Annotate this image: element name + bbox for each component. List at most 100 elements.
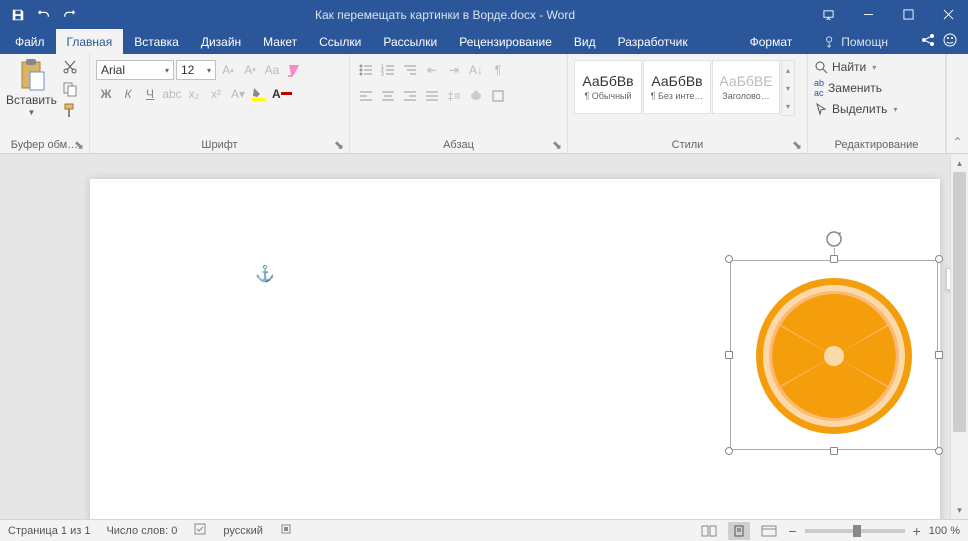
replace-icon: abac (814, 78, 824, 98)
copy-button[interactable] (61, 80, 79, 98)
sort-button[interactable]: A↓ (466, 60, 486, 80)
resize-handle-w[interactable] (725, 351, 733, 359)
resize-handle-se[interactable] (935, 447, 943, 455)
resize-handle-n[interactable] (830, 255, 838, 263)
zoom-out-button[interactable]: − (788, 523, 796, 539)
redo-button[interactable] (58, 4, 82, 26)
borders-button[interactable] (488, 86, 508, 106)
paragraph-dialog-launcher[interactable]: ⬊ (552, 138, 564, 150)
ribbon-tabs: Файл Главная Вставка Дизайн Макет Ссылки… (0, 29, 968, 54)
bullets-button[interactable] (356, 60, 376, 80)
multilevel-list-button[interactable] (400, 60, 420, 80)
strikethrough-button[interactable]: abc (162, 84, 182, 104)
font-dialog-launcher[interactable]: ⬊ (334, 138, 346, 150)
scroll-down-button[interactable]: ▾ (951, 501, 968, 519)
subscript-button[interactable]: x₂ (184, 84, 204, 104)
tab-mailings[interactable]: Рассылки (372, 29, 448, 54)
tab-view[interactable]: Вид (563, 29, 607, 54)
page[interactable]: ⚓ (90, 179, 940, 519)
macro-indicator[interactable] (279, 522, 293, 539)
underline-button[interactable]: Ч (140, 84, 160, 104)
editing-group-label: Редактирование (808, 139, 945, 151)
align-right-button[interactable] (400, 86, 420, 106)
replace-button[interactable]: abac Заменить (814, 78, 939, 98)
ribbon-options-button[interactable] (808, 0, 848, 29)
styles-gallery-nav[interactable]: ▴▾▾ (781, 60, 795, 116)
language-indicator[interactable]: русский (223, 525, 262, 537)
font-group-label: Шрифт (90, 139, 349, 151)
tab-review[interactable]: Рецензирование (448, 29, 563, 54)
style-normal[interactable]: АаБбВв ¶ Обычный (574, 60, 642, 114)
change-case-button[interactable]: Aa (262, 60, 282, 80)
resize-handle-e[interactable] (935, 351, 943, 359)
tab-insert[interactable]: Вставка (123, 29, 190, 54)
justify-button[interactable] (422, 86, 442, 106)
clear-formatting-button[interactable] (284, 60, 304, 80)
close-button[interactable] (928, 0, 968, 29)
italic-button[interactable]: К (118, 84, 138, 104)
undo-button[interactable] (32, 4, 56, 26)
shrink-font-button[interactable]: A▾ (240, 60, 260, 80)
cut-button[interactable] (61, 58, 79, 76)
resize-handle-nw[interactable] (725, 255, 733, 263)
collapse-ribbon-button[interactable]: ⌃ (946, 54, 968, 153)
status-bar: Страница 1 из 1 Число слов: 0 русский − … (0, 519, 968, 541)
tab-home[interactable]: Главная (56, 29, 124, 54)
highlight-button[interactable] (250, 84, 270, 104)
feedback-button[interactable] (942, 32, 958, 51)
tab-design[interactable]: Дизайн (190, 29, 252, 54)
tab-references[interactable]: Ссылки (308, 29, 372, 54)
tab-developer[interactable]: Разработчик (607, 29, 699, 54)
tab-layout[interactable]: Макет (252, 29, 308, 54)
zoom-level[interactable]: 100 % (929, 525, 960, 537)
font-color-button[interactable]: A (272, 84, 292, 104)
zoom-slider[interactable] (805, 529, 905, 533)
bold-button[interactable]: Ж (96, 84, 116, 104)
zoom-in-button[interactable]: + (913, 523, 921, 539)
scroll-up-button[interactable]: ▴ (951, 154, 968, 172)
select-button[interactable]: Выделить▾ (814, 102, 939, 116)
font-name-combo[interactable]: Arial▾ (96, 60, 174, 80)
text-effects-button[interactable]: A▾ (228, 84, 248, 104)
vertical-scrollbar[interactable]: ▴ ▾ (950, 154, 968, 519)
font-size-combo[interactable]: 12▾ (176, 60, 216, 80)
paste-label[interactable]: Вставить (6, 93, 57, 107)
print-layout-button[interactable] (728, 522, 750, 540)
web-layout-button[interactable] (758, 522, 780, 540)
tab-file[interactable]: Файл (4, 29, 56, 54)
word-count[interactable]: Число слов: 0 (106, 525, 177, 537)
page-indicator[interactable]: Страница 1 из 1 (8, 525, 90, 537)
resize-handle-s[interactable] (830, 447, 838, 455)
align-center-button[interactable] (378, 86, 398, 106)
tell-me-search[interactable]: Помощн (823, 29, 888, 54)
read-mode-button[interactable] (698, 522, 720, 540)
selected-image[interactable] (730, 260, 938, 450)
paragraph-group-label: Абзац (350, 139, 567, 151)
grow-font-button[interactable]: A▴ (218, 60, 238, 80)
share-button[interactable] (920, 32, 936, 51)
shading-button[interactable] (466, 86, 486, 106)
scrollbar-thumb[interactable] (953, 172, 966, 432)
align-left-button[interactable] (356, 86, 376, 106)
find-button[interactable]: Найти▾ (814, 60, 939, 74)
tab-format[interactable]: Формат (739, 29, 804, 54)
style-heading1[interactable]: АаБбВЕ Заголово… (712, 60, 780, 114)
superscript-button[interactable]: x² (206, 84, 226, 104)
clipboard-dialog-launcher[interactable]: ⬊ (74, 138, 86, 150)
minimize-button[interactable] (848, 0, 888, 29)
decrease-indent-button[interactable]: ⇤ (422, 60, 442, 80)
style-nospacing[interactable]: АаБбВв ¶ Без инте… (643, 60, 711, 114)
show-marks-button[interactable]: ¶ (488, 60, 508, 80)
resize-handle-ne[interactable] (935, 255, 943, 263)
numbering-button[interactable]: 123 (378, 60, 398, 80)
format-painter-button[interactable] (61, 102, 79, 120)
paste-icon (16, 58, 46, 92)
save-button[interactable] (6, 4, 30, 26)
increase-indent-button[interactable]: ⇥ (444, 60, 464, 80)
proofing-icon[interactable] (193, 522, 207, 539)
styles-dialog-launcher[interactable]: ⬊ (792, 138, 804, 150)
paste-dropdown-icon[interactable]: ▼ (27, 108, 35, 117)
maximize-button[interactable] (888, 0, 928, 29)
resize-handle-sw[interactable] (725, 447, 733, 455)
line-spacing-button[interactable]: ‡≡ (444, 86, 464, 106)
